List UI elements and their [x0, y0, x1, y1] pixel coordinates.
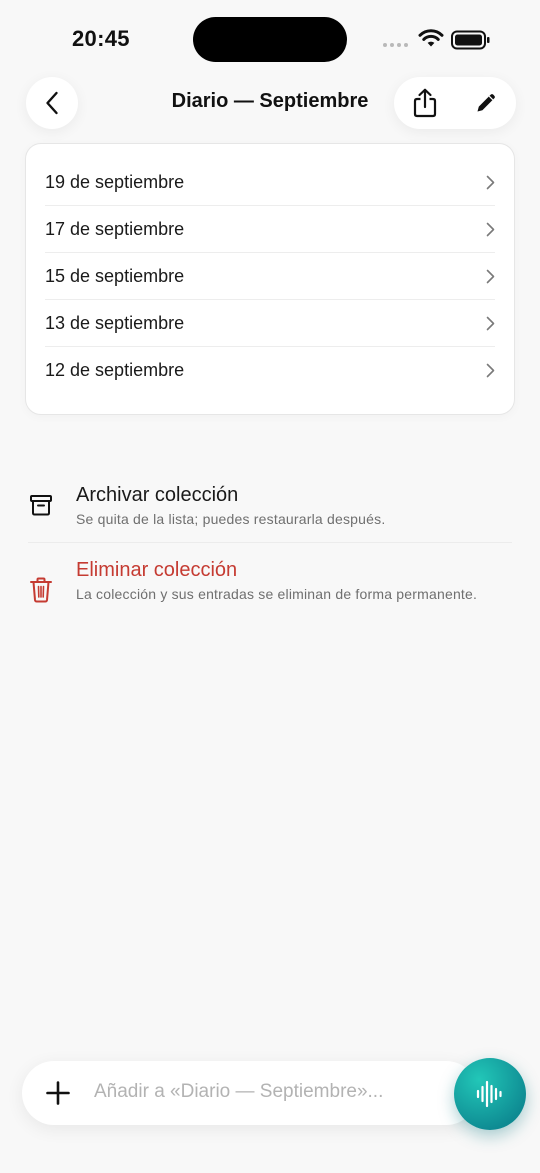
edit-button[interactable]: [461, 77, 511, 129]
chevron-right-icon: [486, 175, 495, 190]
add-button[interactable]: [44, 1079, 72, 1107]
dynamic-island: [193, 17, 347, 62]
list-item-entry[interactable]: 12 de septiembre: [45, 347, 495, 394]
chevron-right-icon: [486, 269, 495, 284]
entry-label: 19 de septiembre: [45, 171, 185, 192]
wifi-icon: [418, 29, 444, 47]
archive-description: Se quita de la lista; puedes restaurarla…: [76, 511, 386, 527]
list-item-entry[interactable]: 13 de septiembre: [45, 300, 495, 347]
composer-placeholder: Añadir a «Diario — Septiembre»...: [94, 1081, 384, 1102]
status-bar: 20:45: [0, 0, 540, 80]
plus-icon: [46, 1081, 70, 1105]
add-entry-input[interactable]: Añadir a «Diario — Septiembre»...: [22, 1061, 478, 1125]
page-title: Diario — Septiembre: [171, 90, 369, 112]
delete-collection-button[interactable]: Eliminar colección La colección y sus en…: [28, 558, 512, 604]
entry-label: 17 de septiembre: [45, 218, 185, 239]
waveform-icon: [476, 1080, 502, 1108]
pencil-icon: [477, 94, 495, 112]
voice-input-button[interactable]: [454, 1058, 526, 1130]
archive-collection-button[interactable]: Archivar colección Se quita de la lista;…: [28, 483, 512, 543]
list-item-entry[interactable]: 19 de septiembre: [45, 159, 495, 206]
chevron-right-icon: [486, 363, 495, 378]
list-item-entry[interactable]: 17 de septiembre: [45, 206, 495, 253]
chevron-right-icon: [486, 316, 495, 331]
share-button[interactable]: [400, 77, 450, 129]
chevron-left-icon: [46, 91, 58, 115]
delete-description: La colección y sus entradas se eliminan …: [76, 586, 478, 602]
chevron-right-icon: [486, 222, 495, 237]
battery-icon: [451, 30, 490, 50]
back-button[interactable]: [26, 77, 78, 129]
share-icon: [413, 88, 436, 118]
status-time: 20:45: [72, 26, 130, 51]
entries-list: 19 de septiembre 17 de septiembre 15 de …: [25, 143, 515, 415]
archive-box-icon: [30, 495, 52, 516]
archive-title: Archivar colección: [76, 484, 239, 506]
entry-label: 15 de septiembre: [45, 265, 185, 286]
trash-icon: [30, 577, 52, 603]
list-item-entry[interactable]: 15 de septiembre: [45, 253, 495, 300]
cellular-signal-icon: [383, 43, 408, 47]
nav-actions-group: [394, 77, 516, 129]
entry-label: 13 de septiembre: [45, 312, 185, 333]
entry-label: 12 de septiembre: [45, 360, 185, 380]
delete-title: Eliminar colección: [76, 559, 238, 581]
